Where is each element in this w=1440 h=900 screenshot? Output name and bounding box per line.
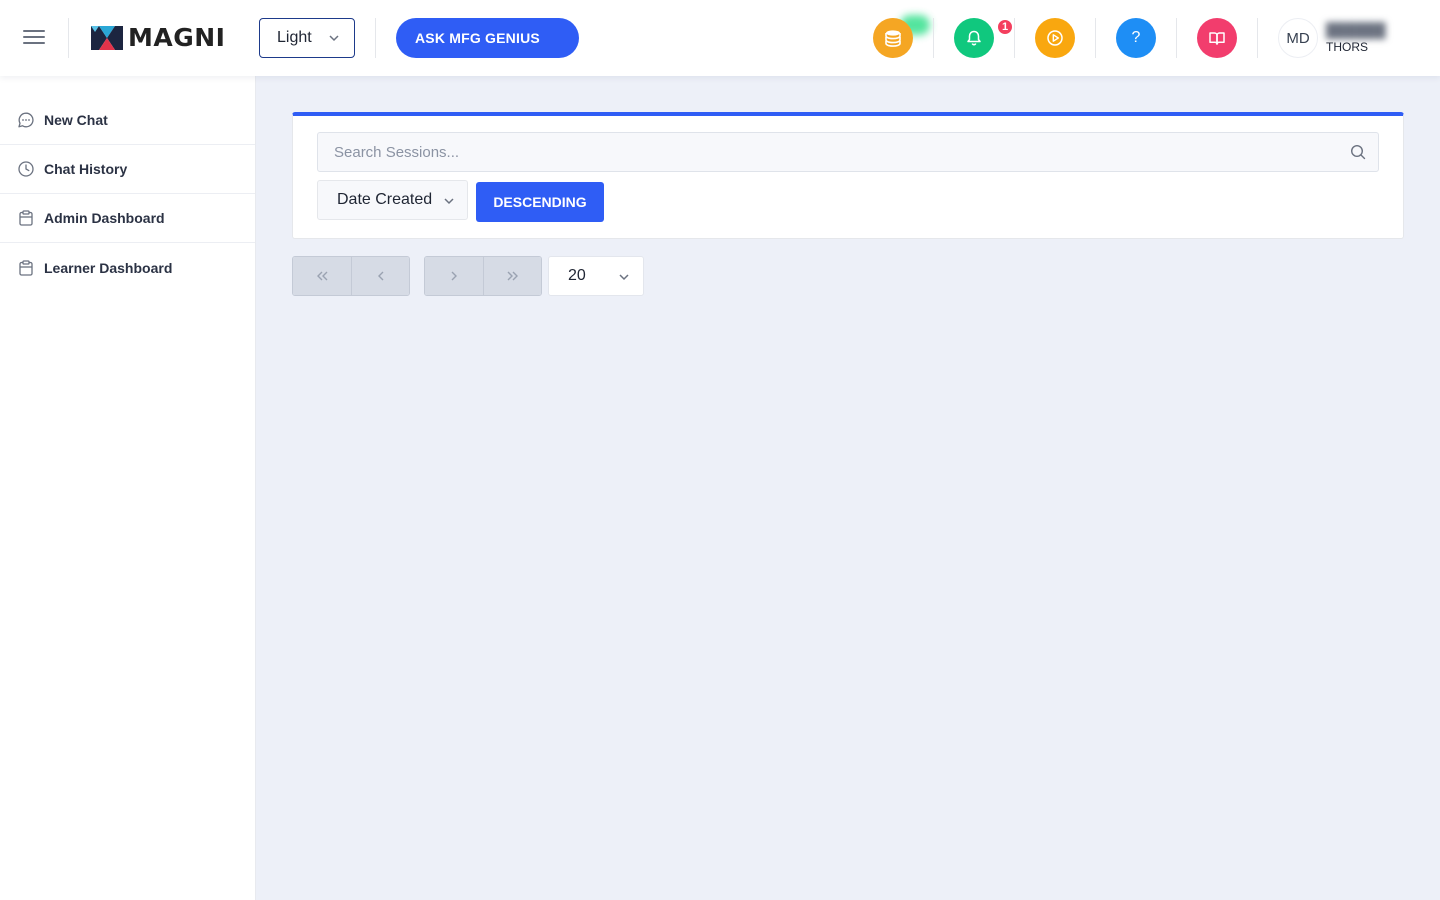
header-divider: [375, 18, 376, 58]
previous-page-button[interactable]: [351, 257, 409, 295]
user-name-redacted: ██████: [1326, 22, 1386, 38]
clipboard-icon: [19, 210, 33, 226]
page-size-value: 20: [568, 267, 586, 284]
sort-field-value: Date Created: [337, 191, 433, 208]
sidebar-item-label: Chat History: [44, 161, 128, 177]
top-header: MAGNI Light ASK MFG GENIUS 1 ? MD ██████…: [0, 0, 1440, 76]
first-page-button[interactable]: [293, 257, 351, 295]
chevron-down-icon: [444, 198, 454, 205]
pagination-next-group: [424, 256, 542, 296]
sidebar-item-new-chat[interactable]: New Chat: [0, 96, 255, 145]
chevron-down-icon: [329, 35, 339, 42]
ask-mfg-genius-button[interactable]: ASK MFG GENIUS: [396, 18, 579, 58]
next-page-button[interactable]: [425, 257, 483, 295]
sidebar: New Chat Chat History Admin Dashboard Le…: [0, 76, 256, 900]
page-size-select[interactable]: 20: [548, 256, 644, 296]
user-avatar[interactable]: MD: [1278, 18, 1318, 58]
theme-select-value: Light: [277, 29, 312, 46]
logo-text: MAGNI: [128, 23, 226, 52]
pagination-prev-group: [292, 256, 410, 296]
user-organization: THORS: [1326, 40, 1368, 54]
bell-icon: [967, 30, 981, 46]
coins-button[interactable]: [873, 18, 913, 58]
header-divider: [1257, 18, 1258, 58]
sidebar-item-chat-history[interactable]: Chat History: [0, 145, 255, 194]
last-page-button[interactable]: [483, 257, 541, 295]
coins-icon: [885, 30, 901, 47]
header-divider: [1095, 18, 1096, 58]
hamburger-menu-icon[interactable]: [23, 30, 45, 46]
header-divider: [1014, 18, 1015, 58]
session-filter-card: Date Created DESCENDING: [292, 112, 1404, 239]
chat-bubble-icon: [18, 112, 34, 128]
notifications-button[interactable]: [954, 18, 994, 58]
chevrons-left-icon: [317, 271, 328, 281]
sidebar-item-label: Admin Dashboard: [44, 210, 165, 226]
header-divider: [68, 18, 69, 58]
search-icon[interactable]: [1350, 144, 1366, 160]
sidebar-item-learner-dashboard[interactable]: Learner Dashboard: [0, 243, 255, 292]
search-sessions-input[interactable]: [318, 133, 1318, 171]
notification-count-badge: 1: [996, 18, 1014, 36]
header-divider: [1176, 18, 1177, 58]
theme-select[interactable]: Light: [259, 18, 355, 58]
open-book-icon: [1209, 32, 1225, 45]
sidebar-item-label: New Chat: [44, 112, 108, 128]
magni-logo-mark-icon: [91, 26, 123, 50]
clock-icon: [18, 161, 34, 177]
play-circle-icon: [1047, 30, 1063, 46]
search-box: [317, 132, 1379, 172]
help-button[interactable]: ?: [1116, 18, 1156, 58]
sidebar-item-label: Learner Dashboard: [44, 259, 173, 276]
question-mark-icon: ?: [1131, 29, 1141, 46]
chevron-down-icon: [619, 274, 629, 281]
sort-order-button[interactable]: DESCENDING: [476, 182, 604, 222]
chevron-left-icon: [377, 271, 383, 281]
clipboard-icon: [19, 259, 33, 276]
header-divider: [933, 18, 934, 58]
sidebar-item-admin-dashboard[interactable]: Admin Dashboard: [0, 194, 255, 243]
documentation-button[interactable]: [1197, 18, 1237, 58]
tutorial-video-button[interactable]: [1035, 18, 1075, 58]
magni-logo[interactable]: MAGNI: [90, 23, 225, 53]
chevron-right-icon: [451, 271, 457, 281]
chevrons-right-icon: [507, 271, 518, 281]
sort-field-select[interactable]: Date Created: [317, 180, 468, 220]
